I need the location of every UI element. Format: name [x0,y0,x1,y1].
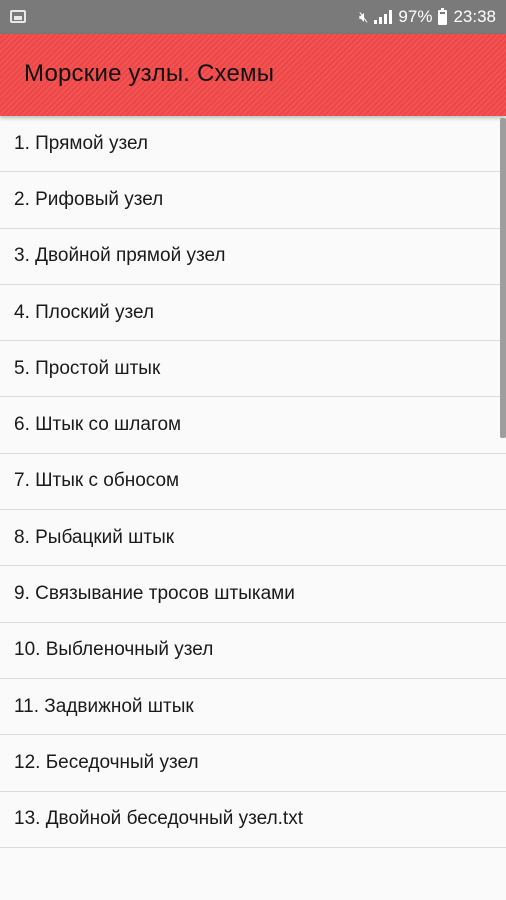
image-notification-icon [10,10,26,23]
list-item[interactable]: 4. Плоский узел [0,284,506,342]
list-item[interactable]: 3. Двойной прямой узел [0,228,506,285]
clock: 23:38 [453,7,496,26]
list-item[interactable]: 6. Штык со шлагом [0,397,506,454]
list-item[interactable]: 5. Простой штык [0,341,506,398]
list-item[interactable]: 1. Прямой узел [0,116,506,173]
list-item[interactable]: 11. Задвижной штык [0,678,506,736]
list-item[interactable]: 12. Беседочный узел [0,735,506,792]
list-item[interactable]: 9. Связывание тросов штыками [0,566,506,623]
list-item[interactable]: 2. Рифовый узел [0,172,506,229]
battery-percent: 97% [398,7,433,26]
status-indicators: 🔇︎ 97% 23:38 [359,0,496,34]
signal-icon [374,10,393,24]
scrollbar[interactable] [500,118,506,438]
battery-icon [438,7,448,25]
status-bar: 🔇︎ 97% 23:38 [0,0,506,34]
knots-list[interactable]: 1. Прямой узел 2. Рифовый узел 3. Двойно… [0,116,506,900]
list-item[interactable]: 13. Двойной беседочный узел.txt [0,791,506,848]
app-bar: Морские узлы. Схемы [0,34,506,116]
list-item[interactable]: 7. Штык с обносом [0,453,506,511]
list-item[interactable]: 10. Выбленочный узел [0,622,506,679]
app-title: Морские узлы. Схемы [24,60,275,87]
list-item[interactable]: 8. Рыбацкий штык [0,510,506,567]
mute-icon: 🔇︎ [358,8,369,26]
